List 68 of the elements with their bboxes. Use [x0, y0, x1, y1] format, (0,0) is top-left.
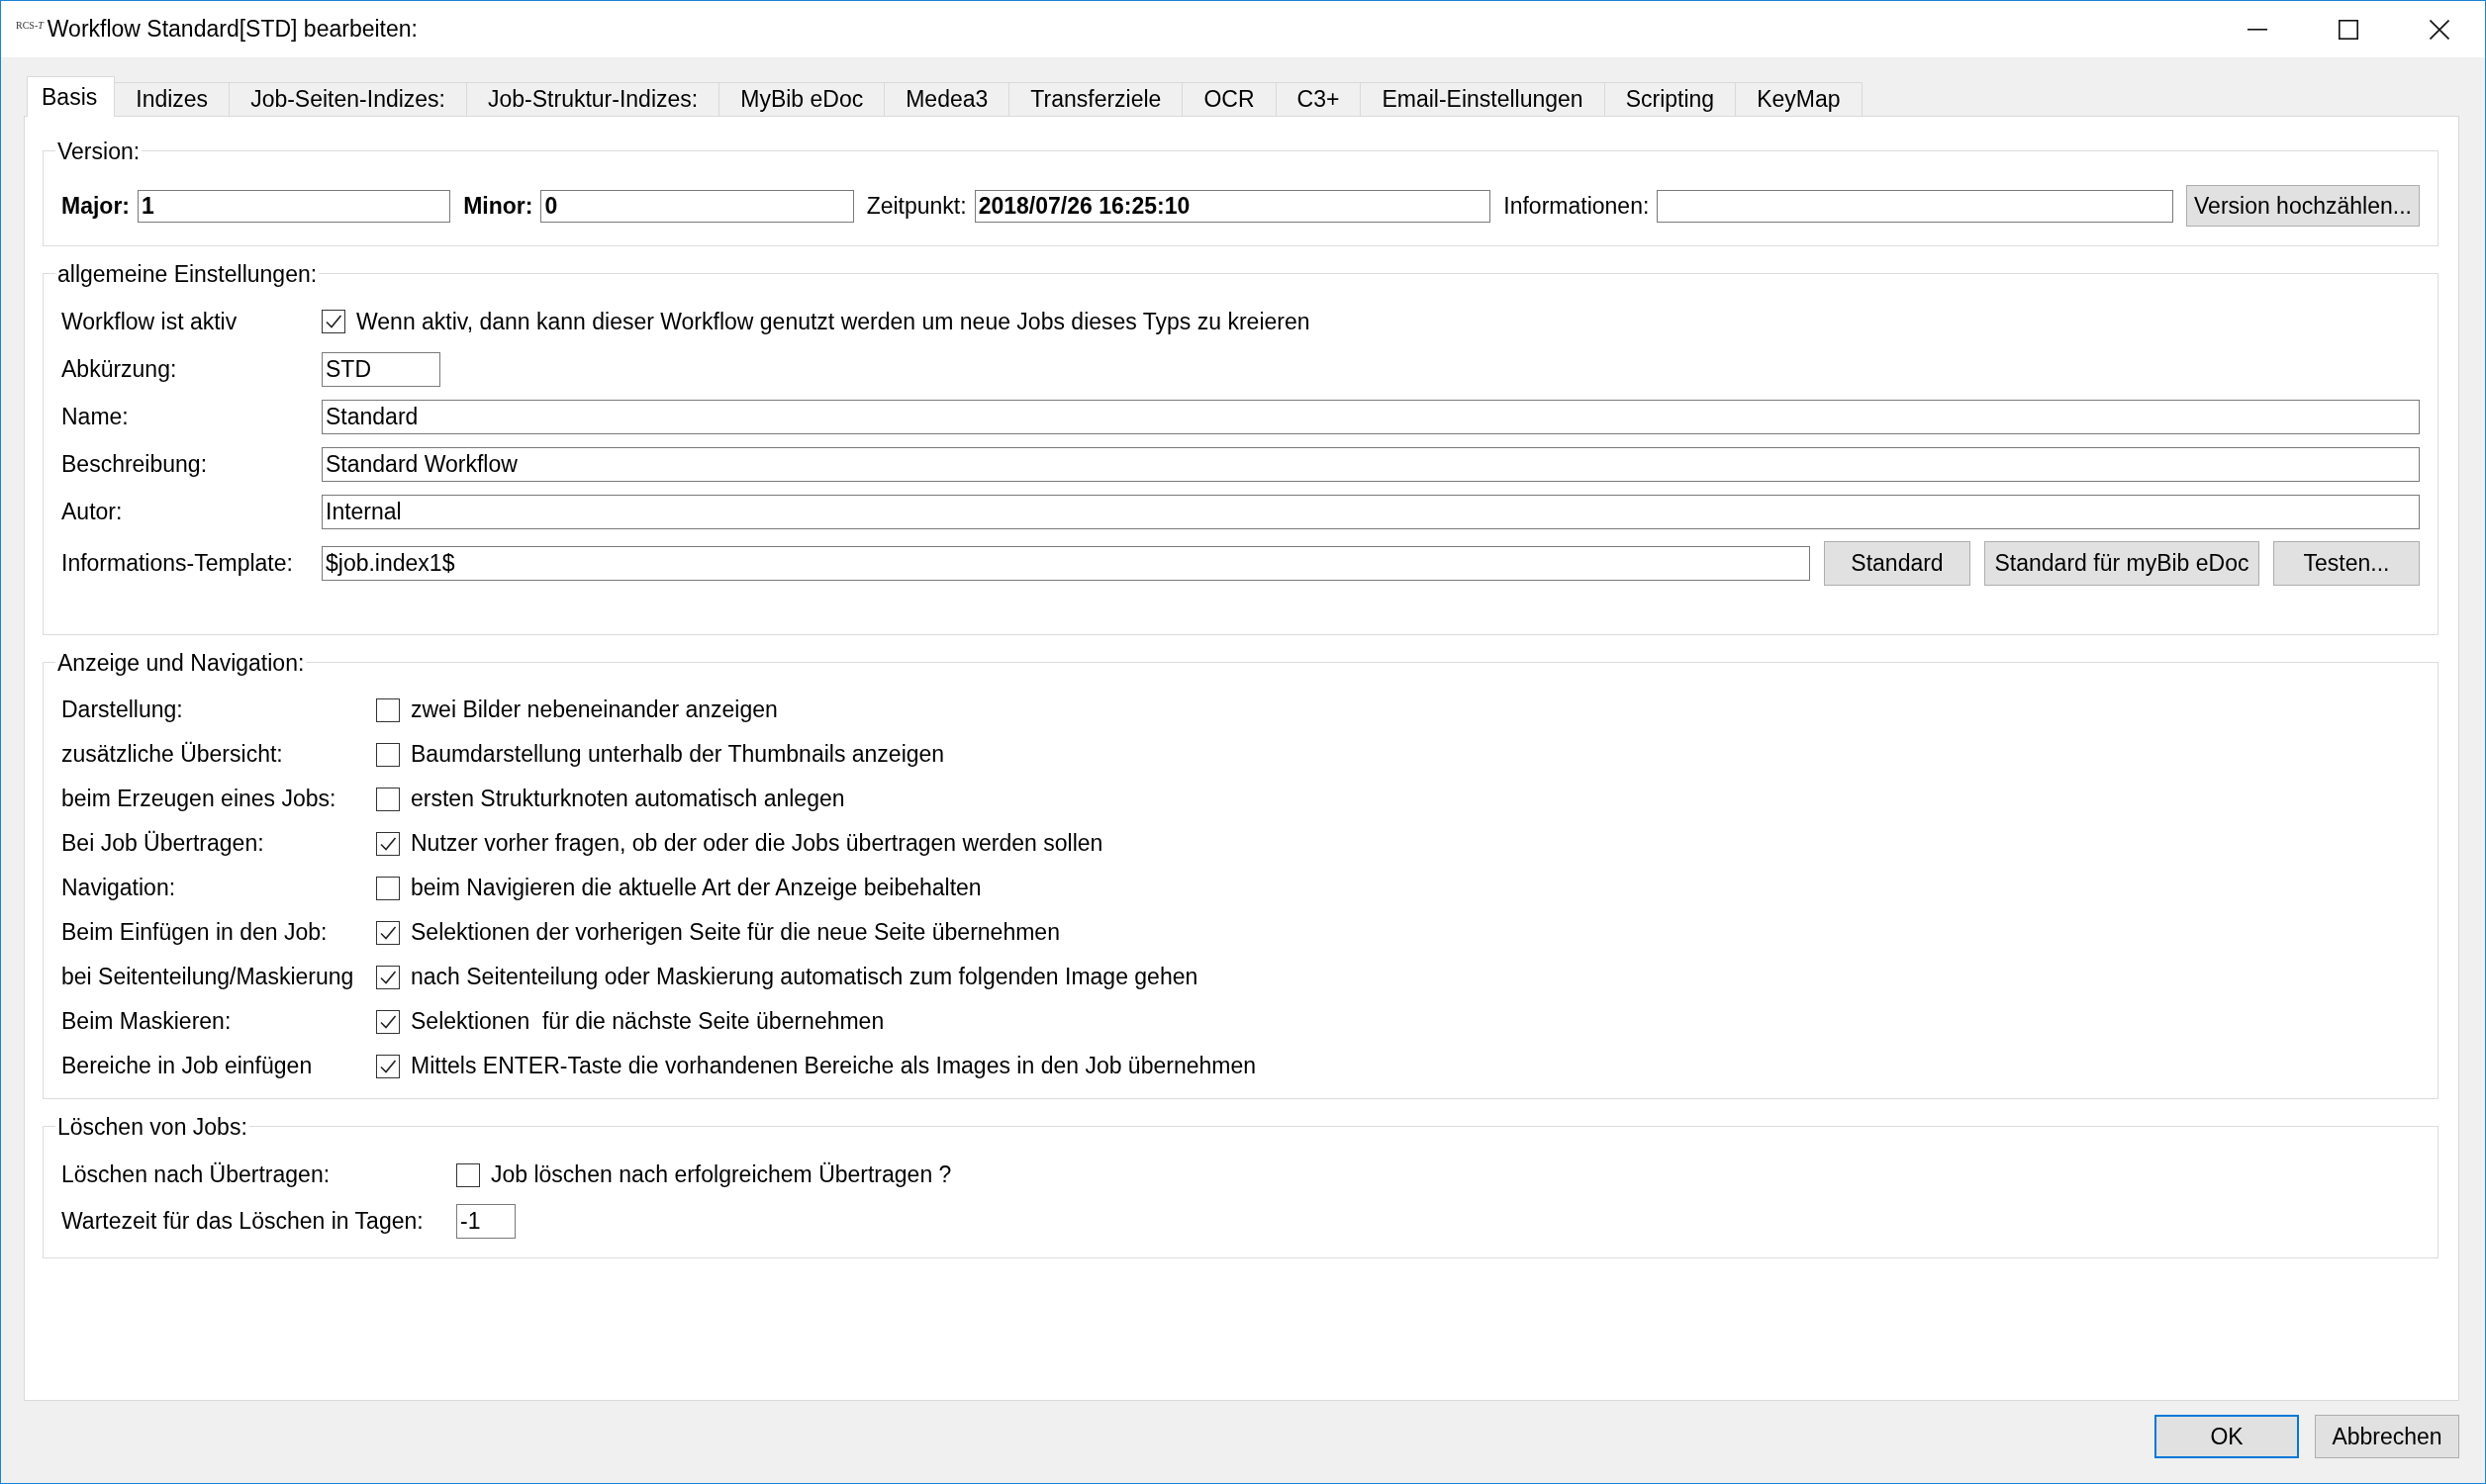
text-field[interactable]: $job.index1$ [322, 545, 1810, 581]
maximize-icon [2339, 19, 2358, 40]
checkbox[interactable]: ersten Strukturknoten automatisch anlegen [376, 786, 845, 812]
close-icon [2430, 19, 2449, 40]
field-label: beim Erzeugen eines Jobs: [61, 786, 336, 812]
group-title: allgemeine Einstellungen: [55, 261, 320, 287]
checkbox-icon[interactable] [376, 742, 400, 767]
minimize-icon [2247, 28, 2267, 31]
checkbox-icon[interactable] [376, 831, 400, 856]
tab[interactable]: Basis [27, 76, 116, 117]
field-label: Navigation: [61, 875, 176, 901]
checkbox-icon[interactable] [376, 920, 400, 945]
field-label: Informations-Template: [61, 549, 293, 577]
button[interactable]: Standard für myBib eDoc [1984, 540, 2259, 586]
checkbox[interactable]: Job löschen nach erfolgreichem Übertragen ? [456, 1161, 952, 1188]
text-field[interactable] [1657, 189, 2173, 223]
checkbox-icon[interactable] [376, 965, 400, 989]
field-label: Wartezeit für das Löschen in Tagen: [61, 1208, 424, 1235]
text-field[interactable]: 1 [138, 189, 451, 223]
button[interactable]: Standard [1824, 540, 1970, 586]
text-field[interactable]: STD [322, 351, 440, 387]
text-field[interactable]: Standard Workflow [322, 446, 2420, 482]
button[interactable]: OK [2154, 1415, 2299, 1458]
field-label: Darstellung: [61, 696, 183, 723]
checkbox-icon[interactable] [456, 1162, 480, 1187]
field-label: Minor: [463, 192, 533, 220]
field-label: Abkürzung: [61, 355, 177, 383]
checkbox[interactable]: Selektionen für die nächste Seite übernehmen [376, 1008, 885, 1035]
field-label: Beschreibung: [61, 450, 208, 478]
checkbox[interactable]: Wenn aktiv, dann kann dieser Workflow genutzt werden um neue Jobs dieses Typs zu kreieren [322, 308, 1310, 335]
checkbox[interactable]: Nutzer vorher fragen, ob der oder die Jobs übertragen werden sollen [376, 830, 1103, 857]
checkbox[interactable]: Baumdarstellung unterhalb der Thumbnails anzeigen [376, 741, 945, 768]
field-label: Beim Maskieren: [61, 1008, 232, 1035]
field-label: Major: [61, 192, 130, 220]
checkbox[interactable]: Selektionen der vorherigen Seite für die neue Seite übernehmen [376, 919, 1060, 946]
field-label: bei Seitenteilung/Maskierung [61, 964, 354, 990]
button[interactable]: Version hochzählen... [2186, 185, 2420, 227]
app-logo: RCS-T [16, 20, 44, 31]
text-field[interactable]: 2018/07/26 16:25:10 [974, 189, 1491, 223]
checkbox-icon[interactable] [376, 1009, 400, 1034]
text-field[interactable]: 0 [540, 189, 854, 223]
checkbox[interactable]: zwei Bilder nebeneinander anzeigen [376, 696, 778, 723]
checkbox[interactable]: Mittels ENTER-Taste die vorhandenen Bereiche als Images in den Job übernehmen [376, 1053, 1257, 1079]
checkbox-icon[interactable] [376, 787, 400, 811]
field-label: zusätzliche Übersicht: [61, 741, 283, 768]
checkbox-icon[interactable] [376, 1054, 400, 1078]
tab[interactable]: KeyMap [1735, 82, 1863, 116]
text-field[interactable]: Standard [322, 399, 2420, 434]
checkbox-icon[interactable] [322, 310, 345, 333]
field-label: Workflow ist aktiv [61, 308, 238, 335]
text-field[interactable]: Internal [322, 494, 2420, 529]
window-title: Workflow Standard[STD] bearbeiten: [47, 16, 418, 43]
field-label: Autor: [61, 498, 123, 525]
checkbox-icon[interactable] [376, 876, 400, 900]
button[interactable]: Testen... [2273, 540, 2420, 586]
field-label: Name: [61, 403, 129, 430]
field-label: Informationen: [1503, 192, 1650, 220]
field-label: Beim Einfügen in den Job: [61, 919, 328, 946]
field-label: Zeitpunkt: [866, 192, 967, 220]
text-field[interactable]: -1 [456, 1204, 516, 1239]
checkbox[interactable]: nach Seitenteilung oder Maskierung automatisch zum folgenden Image gehen [376, 964, 1198, 990]
checkbox-icon[interactable] [376, 697, 400, 722]
field-label: Löschen nach Übertragen: [61, 1161, 331, 1188]
checkbox[interactable]: beim Navigieren die aktuelle Art der Anzeige beibehalten [376, 875, 982, 901]
group-title: Anzeige und Navigation: [55, 650, 307, 676]
button[interactable]: Abbrechen [2315, 1415, 2459, 1458]
field-label: Bereiche in Job einfügen [61, 1053, 313, 1079]
field-label: Bei Job Übertragen: [61, 830, 264, 857]
